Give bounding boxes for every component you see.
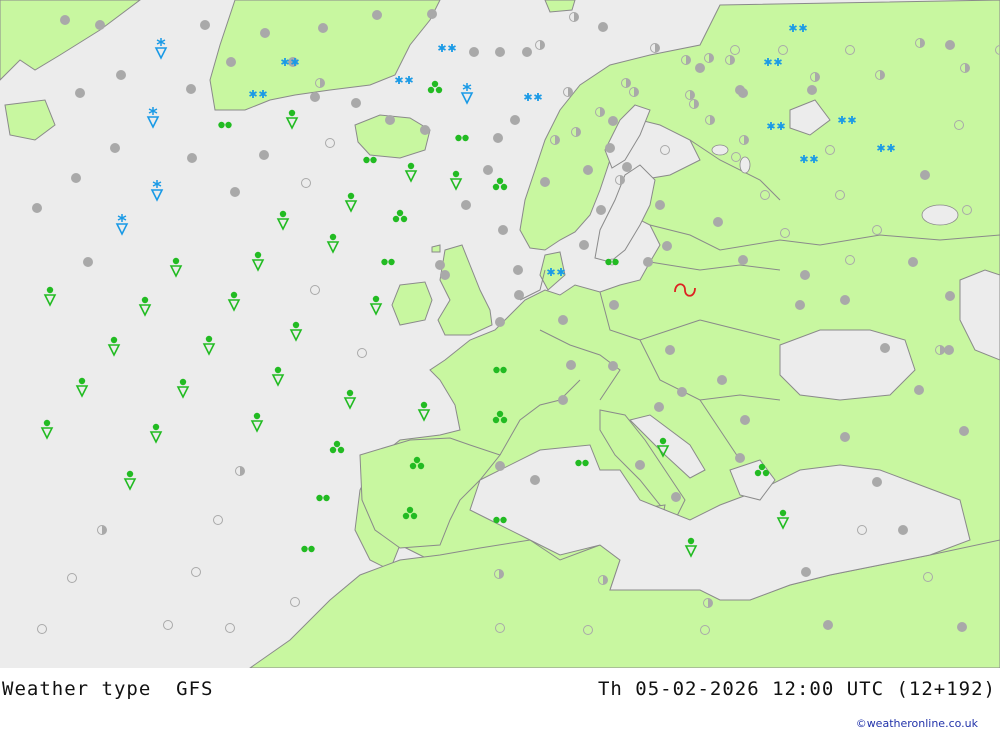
overcast-symbol [95, 20, 105, 30]
overcast-symbol [226, 57, 236, 67]
overcast-symbol [735, 453, 745, 463]
map-title: Weather type GFS [2, 678, 214, 700]
overcast-symbol [110, 143, 120, 153]
overcast-symbol [186, 84, 196, 94]
overcast-symbol [493, 133, 503, 143]
overcast-symbol [713, 217, 723, 227]
model-label: GFS [176, 678, 214, 700]
overcast-symbol [469, 47, 479, 57]
overcast-symbol [116, 70, 126, 80]
overcast-symbol [259, 150, 269, 160]
overcast-symbol [655, 200, 665, 210]
overcast-symbol [187, 153, 197, 163]
overcast-symbol [801, 567, 811, 577]
overcast-symbol [608, 361, 618, 371]
overcast-symbol [558, 315, 568, 325]
overcast-symbol [514, 290, 524, 300]
overcast-symbol [654, 402, 664, 412]
overcast-symbol [318, 23, 328, 33]
overcast-symbol [945, 40, 955, 50]
overcast-symbol [498, 225, 508, 235]
landmass-svalbard [544, 0, 576, 13]
overcast-symbol [622, 162, 632, 172]
overcast-symbol [677, 387, 687, 397]
overcast-symbol [420, 125, 430, 135]
overcast-symbol [230, 187, 240, 197]
overcast-symbol [800, 270, 810, 280]
overcast-symbol [914, 385, 924, 395]
overcast-symbol [908, 257, 918, 267]
overcast-symbol [959, 426, 969, 436]
overcast-symbol [944, 345, 954, 355]
overcast-symbol [60, 15, 70, 25]
overcast-symbol [579, 240, 589, 250]
overcast-symbol [920, 170, 930, 180]
overcast-symbol [823, 620, 833, 630]
overcast-symbol [260, 28, 270, 38]
overcast-symbol [795, 300, 805, 310]
overcast-symbol [609, 300, 619, 310]
overcast-symbol [32, 203, 42, 213]
overcast-symbol [840, 432, 850, 442]
overcast-symbol [435, 260, 445, 270]
overcast-symbol [635, 460, 645, 470]
overcast-symbol [643, 257, 653, 267]
overcast-symbol [717, 375, 727, 385]
overcast-symbol [71, 173, 81, 183]
overcast-symbol [495, 47, 505, 57]
overcast-symbol [738, 255, 748, 265]
overcast-symbol [83, 257, 93, 267]
credit-link[interactable]: ©weatheronline.co.uk [856, 717, 978, 730]
overcast-symbol [807, 85, 817, 95]
overcast-symbol [530, 475, 540, 485]
overcast-symbol [671, 492, 681, 502]
overcast-symbol [735, 85, 745, 95]
overcast-symbol [898, 525, 908, 535]
overcast-symbol [566, 360, 576, 370]
overcast-symbol [513, 265, 523, 275]
overcast-symbol [540, 177, 550, 187]
title-label: Weather type [2, 678, 152, 700]
overcast-symbol [608, 116, 618, 126]
overcast-symbol [427, 9, 437, 19]
overcast-symbol [75, 88, 85, 98]
overcast-symbol [880, 343, 890, 353]
overcast-symbol [695, 63, 705, 73]
overcast-symbol [495, 317, 505, 327]
overcast-symbol [385, 115, 395, 125]
overcast-symbol [945, 291, 955, 301]
overcast-symbol [200, 20, 210, 30]
overcast-symbol [840, 295, 850, 305]
overcast-symbol [583, 165, 593, 175]
overcast-symbol [558, 395, 568, 405]
overcast-symbol [740, 415, 750, 425]
overcast-symbol [598, 22, 608, 32]
forecast-datetime: Th 05-02-2026 12:00 UTC (12+192) [597, 678, 996, 700]
weather-map [0, 0, 1000, 668]
overcast-symbol [872, 477, 882, 487]
overcast-symbol [372, 10, 382, 20]
overcast-symbol [510, 115, 520, 125]
overcast-symbol [495, 461, 505, 471]
sea-black-sea [779, 329, 916, 401]
overcast-symbol [957, 622, 967, 632]
overcast-symbol [596, 205, 606, 215]
overcast-symbol [310, 92, 320, 102]
overcast-symbol [351, 98, 361, 108]
overcast-symbol [662, 241, 672, 251]
overcast-symbol [461, 200, 471, 210]
overcast-symbol [440, 270, 450, 280]
overcast-symbol [605, 143, 615, 153]
overcast-symbol [522, 47, 532, 57]
overcast-symbol [665, 345, 675, 355]
overcast-symbol [483, 165, 493, 175]
